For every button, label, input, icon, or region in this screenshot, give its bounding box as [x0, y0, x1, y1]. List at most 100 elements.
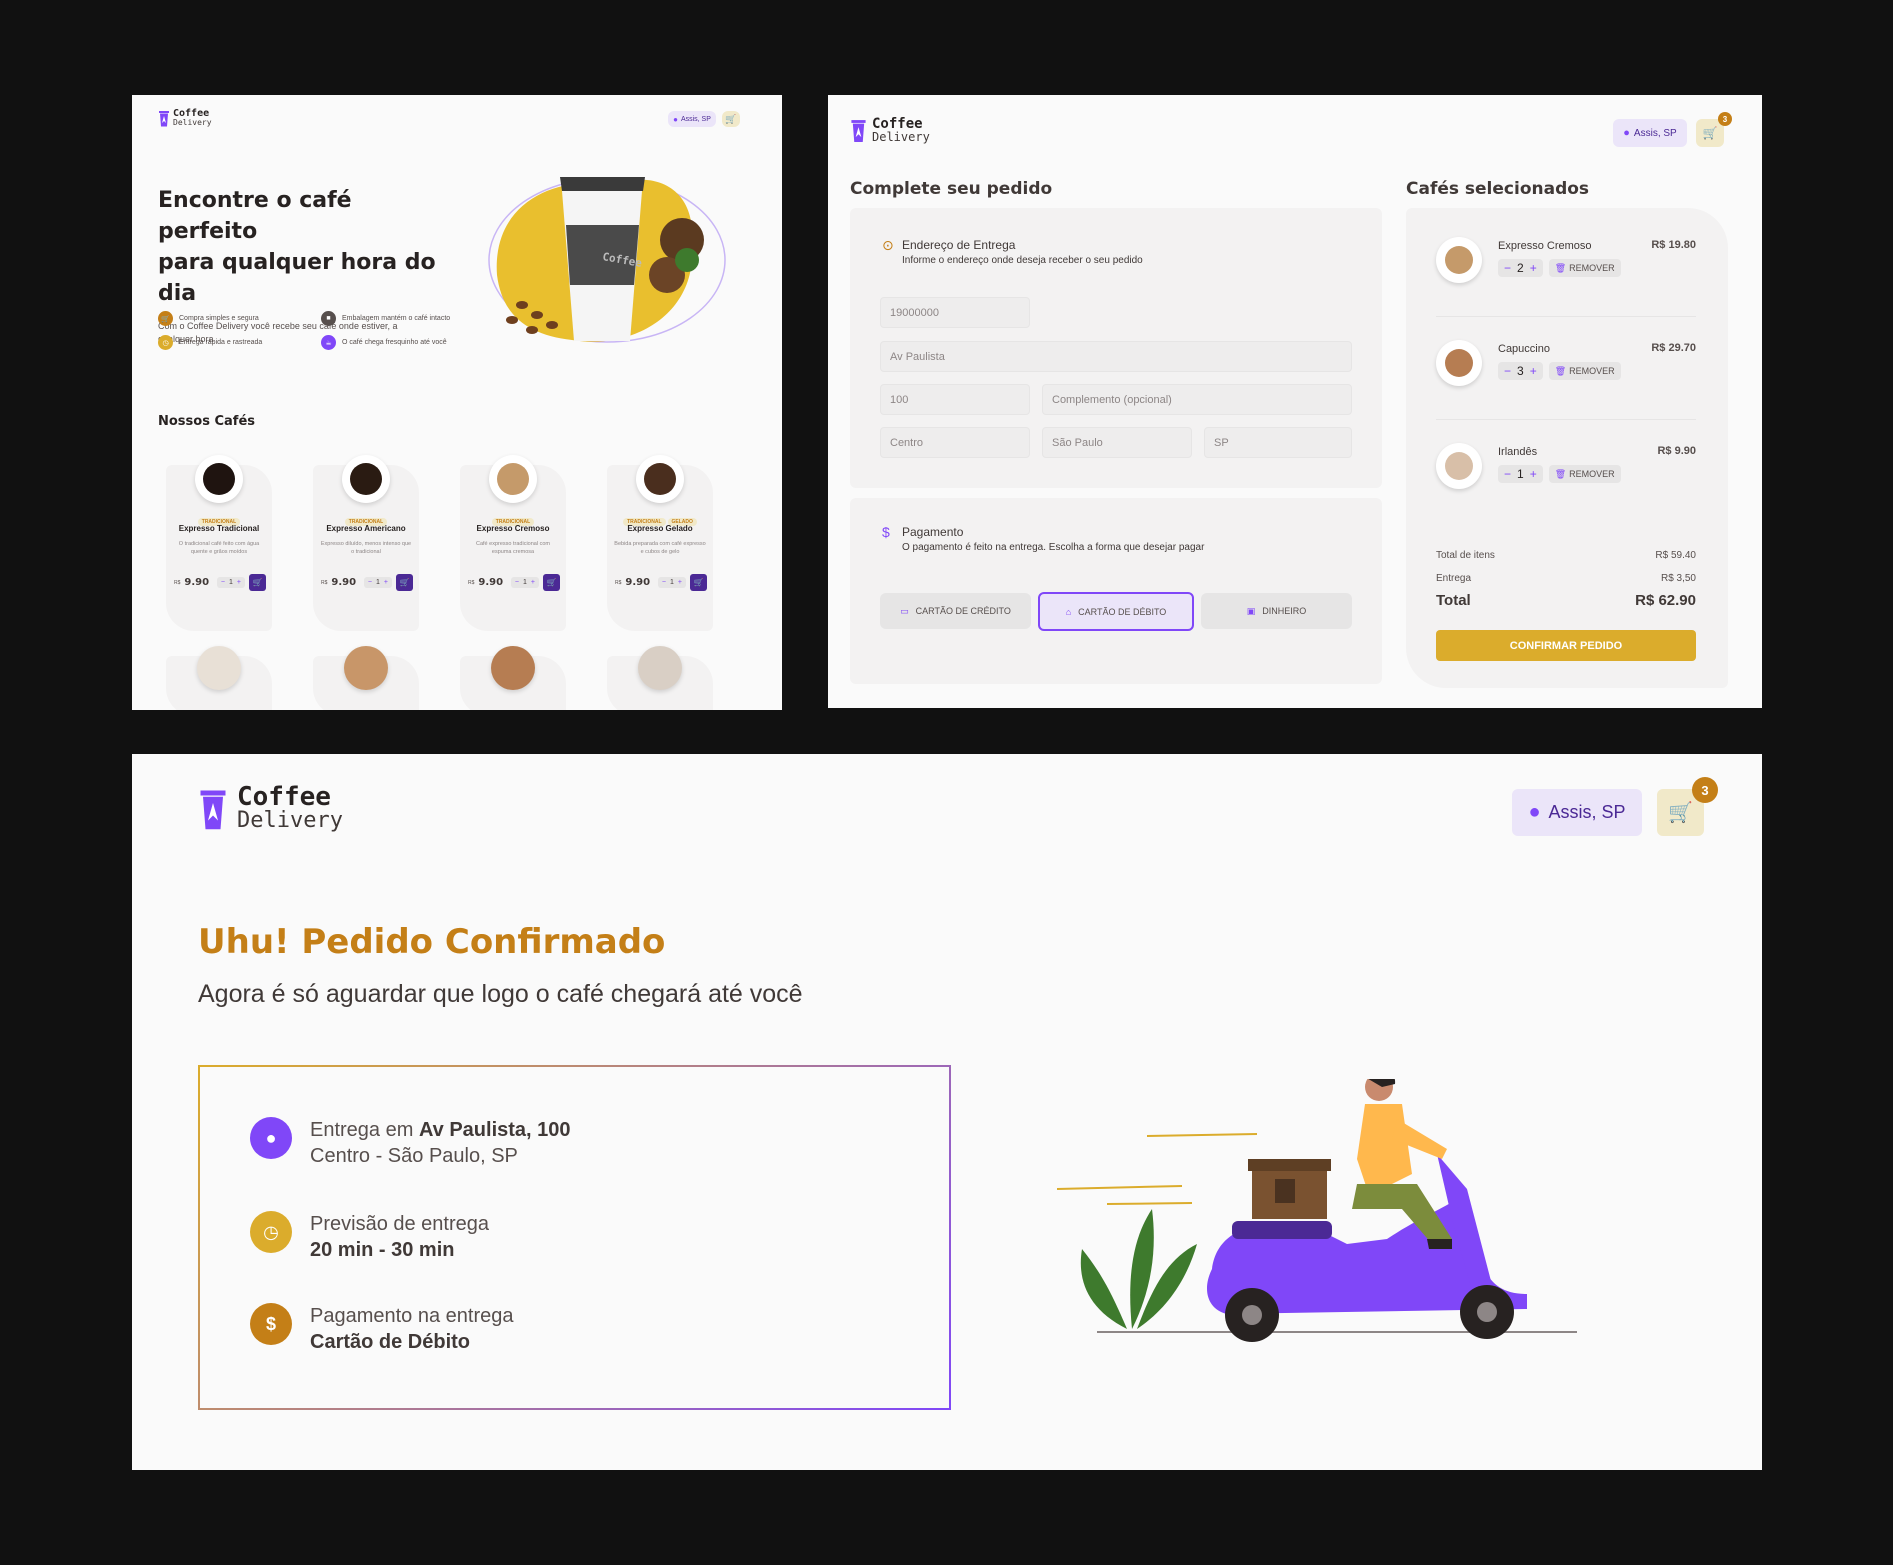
quantity-stepper[interactable]: −2 +: [1498, 259, 1543, 277]
success-title: Uhu! Pedido Confirmado: [198, 922, 666, 962]
product-price: 9.90: [184, 577, 210, 588]
product-description: Expresso diluído, menos intenso que o tr…: [320, 541, 412, 555]
feature-text: Entrega rápida e rastreada: [179, 339, 263, 346]
cart-item-actions: −2 + 🗑 REMOVER: [1498, 259, 1621, 277]
price-currency: R$: [468, 579, 475, 586]
quantity-stepper[interactable]: −3 +: [1498, 362, 1543, 380]
cart-item-actions: −3 + 🗑 REMOVER: [1498, 362, 1621, 380]
number-value: 100: [890, 393, 909, 406]
plus-icon[interactable]: +: [384, 579, 388, 586]
minus-icon[interactable]: −: [515, 579, 519, 586]
logo[interactable]: Coffee Delivery: [158, 109, 212, 127]
hero-title: Encontre o café perfeito para qualquer ho…: [158, 185, 458, 309]
product-card[interactable]: [460, 646, 566, 710]
add-to-cart-button[interactable]: 🛒: [249, 574, 266, 591]
order-info-card: ● Entrega em Av Paulista, 100 Centro - S…: [198, 1065, 951, 1410]
cart-item: Expresso Cremoso R$ 19.80 −2 + 🗑 REMOVER: [1436, 237, 1696, 317]
feature-item: 🛒 Compra simples e segura: [158, 311, 321, 326]
product-card[interactable]: TRADICIONAL Expresso Americano Expresso …: [313, 455, 419, 631]
quantity-stepper[interactable]: −1 +: [363, 577, 392, 588]
plus-icon[interactable]: +: [1530, 467, 1537, 481]
logo[interactable]: Coffee Delivery: [198, 783, 343, 833]
logo-line2: Delivery: [173, 118, 212, 127]
location-button[interactable]: ● Assis, SP: [1613, 119, 1687, 147]
remove-label: REMOVER: [1569, 366, 1615, 376]
add-to-cart-button[interactable]: 🛒: [543, 574, 560, 591]
product-card[interactable]: TRADICIONAL Expresso Cremoso Café expres…: [460, 455, 566, 631]
cart-icon: 🛒: [252, 578, 263, 587]
cart-item-price: R$ 19.80: [1651, 239, 1696, 251]
payment-value: Cartão de Débito: [310, 1331, 471, 1353]
location-label: Assis, SP: [1548, 802, 1626, 822]
minus-icon[interactable]: −: [368, 579, 372, 586]
trash-icon: 🗑: [1554, 468, 1567, 479]
location-button[interactable]: ● Assis, SP: [668, 111, 716, 127]
location-label: Assis, SP: [1633, 127, 1677, 139]
cart-count-badge: 3: [1692, 777, 1718, 803]
street-field[interactable]: Av Paulista: [880, 341, 1352, 372]
cart-count-badge: 3: [1718, 112, 1732, 126]
quantity-stepper[interactable]: −1 +: [510, 577, 539, 588]
uf-field[interactable]: SP: [1204, 427, 1352, 458]
plus-icon[interactable]: +: [237, 579, 241, 586]
product-card[interactable]: [166, 646, 272, 710]
cart-button[interactable]: 🛒: [722, 111, 740, 127]
plus-icon[interactable]: +: [1530, 261, 1537, 275]
map-pin-icon: ●: [673, 114, 678, 124]
location-button[interactable]: ● Assis, SP: [1512, 789, 1642, 836]
minus-icon[interactable]: −: [1504, 467, 1511, 481]
feature-text: Embalagem mantém o café intacto: [342, 315, 451, 322]
minus-icon[interactable]: −: [662, 579, 666, 586]
add-to-cart-button[interactable]: 🛒: [690, 574, 707, 591]
minus-icon[interactable]: −: [1504, 364, 1511, 378]
payment-cash-button[interactable]: ▣ DINHEIRO: [1201, 593, 1352, 629]
minus-icon[interactable]: −: [1504, 261, 1511, 275]
total-items-label: Total de itens: [1436, 550, 1495, 561]
cart-item-image: [1436, 340, 1482, 386]
remove-button[interactable]: 🗑 REMOVER: [1548, 259, 1621, 277]
product-card[interactable]: TRADICIONAL Expresso Tradicional O tradi…: [166, 455, 272, 631]
hero-title-line2: para qualquer hora do dia: [158, 250, 436, 306]
plus-icon[interactable]: +: [1530, 364, 1537, 378]
product-buy-row: R$ 9.90 −1 + 🛒: [321, 574, 413, 591]
district-field[interactable]: Centro: [880, 427, 1030, 458]
remove-button[interactable]: 🗑 REMOVER: [1548, 465, 1621, 483]
logo-line2: Delivery: [872, 130, 930, 144]
cart-item-image: [1436, 443, 1482, 489]
city-field[interactable]: São Paulo: [1042, 427, 1192, 458]
remove-button[interactable]: 🗑 REMOVER: [1548, 362, 1621, 380]
dollar-icon: $: [882, 524, 890, 540]
street-value: Av Paulista: [890, 350, 945, 363]
quantity-stepper[interactable]: −1 +: [657, 577, 686, 588]
plus-icon[interactable]: +: [531, 579, 535, 586]
trash-icon: 🗑: [1554, 262, 1567, 273]
payment-credit-button[interactable]: ▭ CARTÃO DE CRÉDITO: [880, 593, 1031, 629]
address-form: ⊙ Endereço de Entrega Informe o endereço…: [850, 208, 1382, 488]
confirm-order-button[interactable]: CONFIRMAR PEDIDO: [1436, 630, 1696, 661]
remove-label: REMOVER: [1569, 263, 1615, 273]
complement-field[interactable]: Complemento (opcional): [1042, 384, 1352, 415]
cep-field[interactable]: 19000000: [880, 297, 1030, 328]
coffee-cup-logo-icon: [159, 111, 169, 127]
plus-icon[interactable]: +: [678, 579, 682, 586]
product-card[interactable]: [607, 646, 713, 710]
coffee-image: [344, 646, 388, 690]
cart-item-name: Expresso Cremoso: [1498, 240, 1592, 252]
quantity-stepper[interactable]: −1 +: [1498, 465, 1543, 483]
add-to-cart-button[interactable]: 🛒: [396, 574, 413, 591]
hero-coffee-cup-image: Coffee: [488, 177, 726, 343]
complement-placeholder: Complemento (opcional): [1052, 393, 1172, 406]
section-title: Nossos Cafés: [158, 414, 256, 429]
product-card[interactable]: [313, 646, 419, 710]
coffee-image: [636, 455, 684, 503]
address-heading: Endereço de Entrega: [902, 238, 1016, 252]
product-card[interactable]: TRADICIONAL GELADO Expresso Gelado Bebida…: [607, 455, 713, 631]
number-field[interactable]: 100: [880, 384, 1030, 415]
payment-debit-button[interactable]: ⌂ CARTÃO DE DÉBITO: [1038, 592, 1194, 631]
quantity-stepper[interactable]: −1 +: [216, 577, 245, 588]
logo[interactable]: Coffee Delivery: [850, 117, 930, 143]
coffee-image: [197, 646, 241, 690]
minus-icon[interactable]: −: [221, 579, 225, 586]
cart-icon: 🛒: [1668, 802, 1693, 824]
product-name: Expresso Tradicional: [178, 524, 260, 533]
